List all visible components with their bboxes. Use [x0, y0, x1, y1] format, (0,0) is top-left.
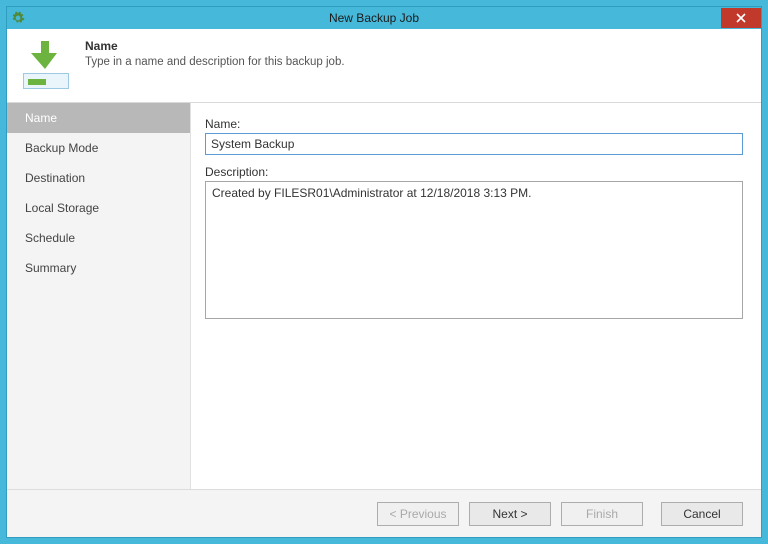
gear-icon — [9, 9, 27, 27]
wizard-header: Name Type in a name and description for … — [7, 29, 761, 103]
header-subtitle: Type in a name and description for this … — [85, 56, 345, 68]
download-arrow-icon — [27, 39, 63, 71]
wizard-footer: < Previous Next > Finish Cancel — [7, 489, 761, 537]
content-pane: Name: Description: — [191, 103, 761, 489]
wizard-window: New Backup Job Name Type in a name and d… — [6, 6, 762, 538]
titlebar: New Backup Job — [7, 7, 761, 29]
sidebar-item-destination[interactable]: Destination — [7, 163, 190, 193]
sidebar-item-schedule[interactable]: Schedule — [7, 223, 190, 253]
sidebar-item-local-storage[interactable]: Local Storage — [7, 193, 190, 223]
cancel-button[interactable]: Cancel — [661, 502, 743, 526]
close-button[interactable] — [721, 8, 761, 28]
sidebar-item-summary[interactable]: Summary — [7, 253, 190, 283]
description-label: Description: — [205, 165, 743, 179]
finish-button: Finish — [561, 502, 643, 526]
wizard-step-icon — [21, 39, 71, 93]
sidebar-item-name[interactable]: Name — [7, 103, 190, 133]
previous-button: < Previous — [377, 502, 459, 526]
name-label: Name: — [205, 117, 743, 131]
wizard-body: Name Backup Mode Destination Local Stora… — [7, 103, 761, 489]
wizard-steps-sidebar: Name Backup Mode Destination Local Stora… — [7, 103, 191, 489]
sidebar-item-backup-mode[interactable]: Backup Mode — [7, 133, 190, 163]
window-title: New Backup Job — [27, 11, 721, 25]
header-text: Name Type in a name and description for … — [85, 39, 345, 68]
next-button[interactable]: Next > — [469, 502, 551, 526]
header-title: Name — [85, 39, 345, 53]
progress-icon — [23, 73, 69, 89]
name-input[interactable] — [205, 133, 743, 155]
close-icon — [736, 13, 746, 23]
description-textarea[interactable] — [205, 181, 743, 319]
